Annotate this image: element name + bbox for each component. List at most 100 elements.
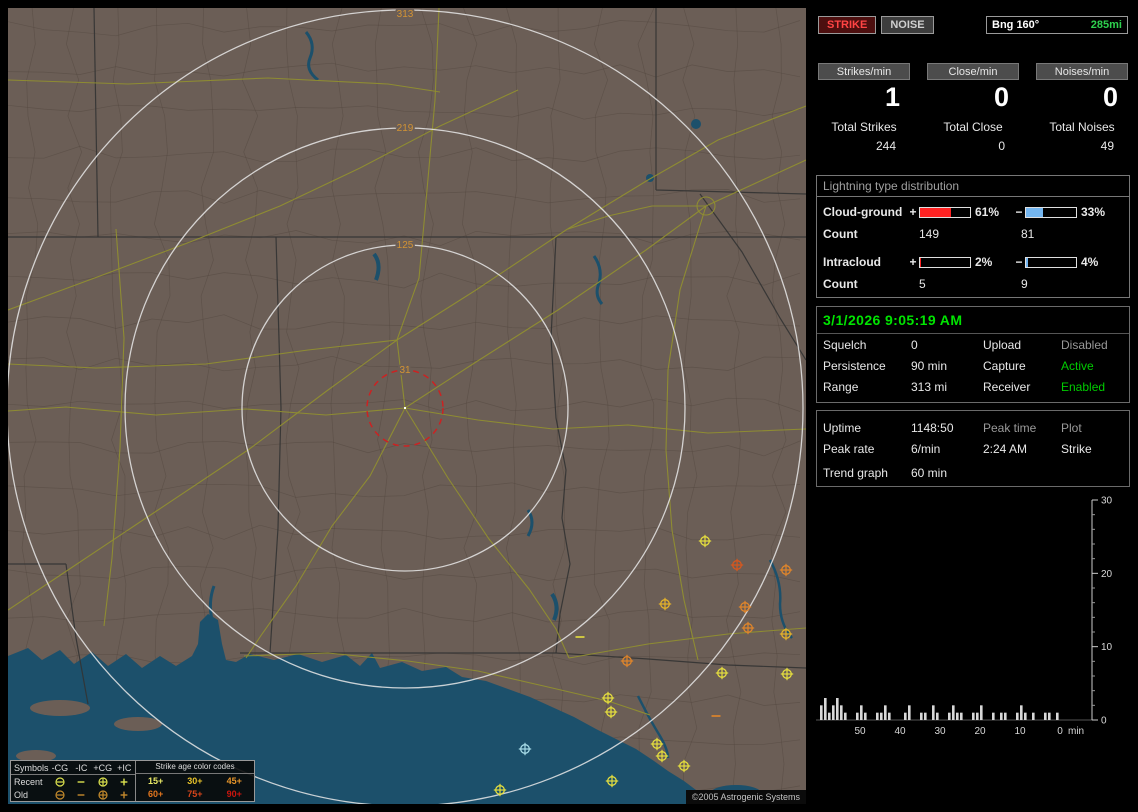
close-stat-column: Close/min 0 Total Close 0 [927,63,1019,153]
age-code-15: 15+ [148,775,164,786]
svg-text:20: 20 [1101,569,1113,580]
pos-ic-bar [919,256,971,268]
pos-cg-percent: 61% [975,205,1000,219]
map-canvas[interactable]: 313 219 125 31 [8,8,806,804]
close-per-min-label[interactable]: Close/min [927,63,1019,80]
plot-label: Plot [1061,421,1082,435]
squelch-label: Squelch [823,338,867,352]
trend-graph-canvas: 0 10 20 30 50 40 30 20 10 0 min [816,496,1113,737]
receiver-status-panel: 3/1/2026 9:05:19 AM Squelch 0 Upload Dis… [816,306,1130,403]
svg-text:10: 10 [1101,642,1113,653]
divider [817,333,1129,334]
cloud-ground-label: Cloud-ground [823,205,903,219]
count-label: Count [823,227,858,241]
total-noises-value: 49 [1100,139,1114,153]
strike-mode-button[interactable]: STRIKE [818,16,877,34]
svg-text:0: 0 [1057,726,1063,737]
settings-grid: Squelch 0 Upload Disabled Persistence 90… [823,338,1123,394]
datetime-display: 3/1/2026 9:05:19 AM [823,312,963,328]
pos-cg-old-icon [92,789,113,801]
neg-cg-recent-icon [49,776,70,788]
range-label: Range [823,380,859,394]
legend-old-label: Old [14,789,29,800]
neg-cg-old-icon [49,789,70,801]
strikes-per-min-label[interactable]: Strikes/min [818,63,910,80]
legend-col-pos-cg: +CG [93,762,113,773]
age-code-30: 30+ [187,775,203,786]
svg-text:20: 20 [974,726,986,737]
receiver-label: Receiver [983,380,1031,394]
close-per-min-value: 0 [993,82,1009,112]
pos-ic-recent-icon [114,776,135,788]
display-mode-row: STRIKE NOISE Bng 160° 285mi [818,16,1128,34]
persistence-value: 90 min [911,359,948,373]
svg-text:30: 30 [1101,496,1113,507]
svg-text:219: 219 [397,123,414,134]
cloud-ground-count-row: Count 149 81 [823,227,1123,241]
age-code-45: 45+ [226,775,242,786]
plus-sign: + [909,255,917,269]
pos-ic-count: 5 [919,277,926,291]
plus-sign: + [909,205,917,219]
legend-symbols-title: Symbols [14,762,49,773]
control-panel: STRIKE NOISE Bng 160° 285mi Strikes/min … [816,8,1130,804]
pos-ic-old-icon [114,789,135,801]
session-panel: Uptime 1148:50 Peak time Plot Peak rate … [816,410,1130,487]
upload-label: Upload [983,338,1022,352]
neg-ic-count: 9 [1021,277,1028,291]
bearing-display[interactable]: Bng 160° 285mi [986,16,1128,34]
pos-cg-recent-icon [92,776,113,788]
pos-ic-percent: 2% [975,255,993,269]
total-close-value: 0 [998,139,1005,153]
plot-value: Strike [1061,442,1092,456]
bearing-label: Bng 160° [992,19,1040,31]
minus-sign: − [1015,205,1023,219]
pos-cg-bar [919,206,971,218]
svg-text:125: 125 [397,240,414,251]
peak-rate-label: Peak rate [823,442,875,456]
count-label: Count [823,277,858,291]
receiver-status: Enabled [1061,380,1106,394]
svg-text:40: 40 [894,726,906,737]
legend-col-neg-ic: -IC [75,762,88,773]
svg-text:10: 10 [1014,726,1026,737]
legend-age-section: Strike age color codes 15+ 30+ 45+ 60+ 7… [136,761,254,801]
age-code-90: 90+ [226,788,242,799]
noises-stat-column: Noises/min 0 Total Noises 49 [1036,63,1128,153]
intracloud-row: Intracloud + 2% − 4% [823,255,1123,269]
intracloud-label: Intracloud [823,255,882,269]
svg-text:313: 313 [397,9,414,20]
trend-graph: 0 10 20 30 50 40 30 20 10 0 min [816,492,1130,747]
map-legend: Symbols -CG -IC +CG +IC Recent Old Strik… [10,760,255,802]
noise-mode-button[interactable]: NOISE [881,16,934,34]
capture-label: Capture [983,359,1026,373]
svg-text:50: 50 [854,726,866,737]
trend-graph-label: Trend graph [823,466,888,480]
distribution-title: Lightning type distribution [817,176,1129,197]
neg-cg-count: 81 [1021,227,1035,241]
noises-per-min-label[interactable]: Noises/min [1036,63,1128,80]
svg-text:0: 0 [1101,716,1107,727]
strikes-per-min-value: 1 [884,82,900,112]
upload-status: Disabled [1061,338,1108,352]
lightning-map[interactable]: 313 219 125 31 Symbols -CG -IC +CG +IC Rece… [8,8,806,804]
pos-cg-count: 149 [919,227,940,241]
svg-text:min: min [1068,726,1084,737]
svg-text:30: 30 [934,726,946,737]
peak-time-value: 2:24 AM [983,442,1028,456]
neg-cg-percent: 33% [1081,205,1106,219]
minus-sign: − [1015,255,1023,269]
svg-text:31: 31 [399,365,411,376]
legend-col-neg-cg: -CG [51,762,69,773]
lightning-distribution-panel: Lightning type distribution Cloud-ground… [816,175,1130,298]
total-strikes-value: 244 [875,139,896,153]
legend-age-title: Strike age color codes [136,761,254,774]
rate-statistics: Strikes/min 1 Total Strikes 244 Close/mi… [818,63,1128,153]
copyright-notice: ©2005 Astrogenic Systems [685,790,806,804]
bearing-range-value: 285mi [1090,19,1122,31]
capture-status: Active [1061,359,1094,373]
range-value: 313 mi [911,380,948,394]
neg-ic-old-icon [71,789,92,801]
neg-ic-bar [1025,256,1077,268]
trend-graph-window[interactable]: 60 min [911,466,947,480]
